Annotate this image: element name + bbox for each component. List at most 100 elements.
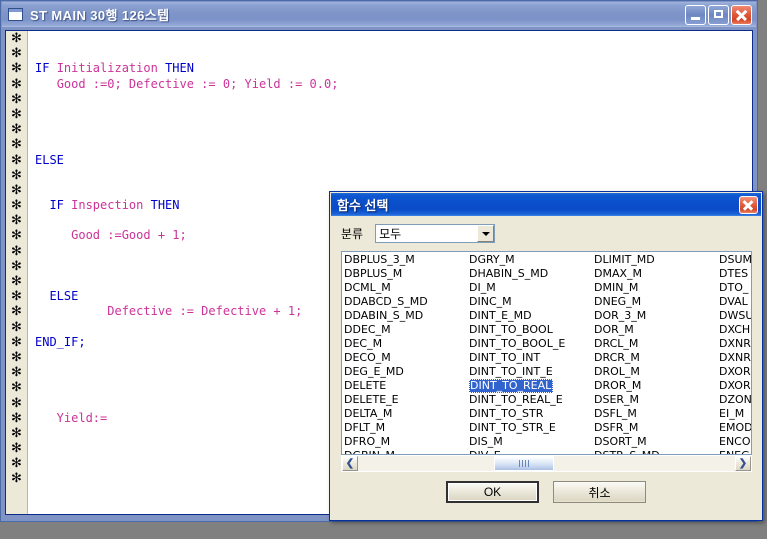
list-item[interactable]: DFLT_M — [343, 421, 468, 435]
list-item[interactable]: DIS_M — [468, 435, 593, 449]
list-item[interactable]: DXCH — [718, 323, 751, 337]
close-icon[interactable] — [731, 4, 752, 25]
list-item[interactable]: DI_M — [468, 281, 593, 295]
list-item[interactable]: DZON — [718, 393, 751, 407]
dialog-button-row: OK 취소 — [331, 481, 761, 503]
list-item[interactable]: DELTA_M — [343, 407, 468, 421]
list-item[interactable]: DINT_TO_INT_E — [468, 365, 593, 379]
code-line[interactable] — [29, 92, 752, 107]
list-item[interactable]: DOR_M — [593, 323, 718, 337]
gutter-mark: ✻ — [11, 471, 22, 487]
list-item[interactable]: DSFR_M — [593, 421, 718, 435]
list-item[interactable]: DMIN_M — [593, 281, 718, 295]
list-item[interactable]: DXNR — [718, 351, 751, 365]
gutter-mark: ✻ — [11, 122, 22, 138]
list-item[interactable]: DINC_M — [468, 295, 593, 309]
list-item[interactable]: DSER_M — [593, 393, 718, 407]
category-dropdown[interactable]: 모두 — [375, 224, 496, 243]
code-line[interactable] — [29, 137, 752, 152]
list-item[interactable]: DINT_TO_STR_E — [468, 421, 593, 435]
list-item[interactable]: DELETE — [343, 379, 468, 393]
list-item[interactable]: EI_M — [718, 407, 751, 421]
list-item[interactable]: DSUM — [718, 253, 751, 267]
code-line[interactable] — [29, 31, 752, 46]
list-item[interactable]: DROR_M — [593, 379, 718, 393]
list-item[interactable]: DDEC_M — [343, 323, 468, 337]
list-item[interactable]: DXOR — [718, 365, 751, 379]
gutter-mark: ✻ — [11, 274, 22, 289]
code-line[interactable]: Good :=0; Defective := 0; Yield := 0.0; — [29, 77, 752, 92]
list-item[interactable]: DSORT_M — [593, 435, 718, 449]
list-item[interactable]: DWSU — [718, 309, 751, 323]
function-listbox[interactable]: DBPLUS_3_M DBPLUS_M DCML_M DDABCD_S_MD DDABI… — [341, 251, 752, 455]
list-item[interactable]: DOR_3_M — [593, 309, 718, 323]
list-item[interactable]: DINT_TO_BOOL_E — [468, 337, 593, 351]
editor-titlebar[interactable]: ST MAIN 30행 126스텝 — [2, 2, 756, 27]
gutter-mark: ✻ — [11, 198, 22, 214]
function-list-horizontal-scrollbar[interactable]: ❮ ❯ — [341, 455, 752, 472]
list-item[interactable]: DLIMIT_MD — [593, 253, 718, 267]
scroll-right-arrow-icon[interactable]: ❯ — [735, 456, 751, 471]
list-item[interactable]: DEG_E_MD — [343, 365, 468, 379]
list-item[interactable]: DINT_TO_REAL — [468, 379, 593, 393]
dialog-close-icon[interactable] — [739, 195, 758, 214]
list-item[interactable]: DINT_TO_INT — [468, 351, 593, 365]
minimize-button[interactable] — [685, 4, 706, 25]
list-item[interactable]: DROL_M — [593, 365, 718, 379]
scrollbar-grip-icon — [519, 460, 529, 467]
list-item[interactable]: DVAL — [718, 295, 751, 309]
editor-window-title: ST MAIN 30행 126스텝 — [30, 8, 170, 23]
scrollbar-track[interactable] — [358, 456, 735, 471]
list-item[interactable]: DELETE_E — [343, 393, 468, 407]
code-token: ELSE — [35, 289, 79, 304]
list-item[interactable]: DINT_E_MD — [468, 309, 593, 323]
scroll-left-arrow-icon[interactable]: ❮ — [342, 456, 358, 471]
ok-button[interactable]: OK — [446, 481, 539, 503]
code-line[interactable] — [29, 46, 752, 61]
code-line[interactable]: IF Initialization THEN — [29, 61, 752, 76]
list-item[interactable]: DRCL_M — [593, 337, 718, 351]
list-item[interactable]: DBPLUS_M — [343, 267, 468, 281]
list-item[interactable]: DBPLUS_3_M — [343, 253, 468, 267]
list-item[interactable]: DRCR_M — [593, 351, 718, 365]
code-line[interactable]: ELSE — [29, 153, 752, 168]
list-item[interactable]: DHABIN_S_MD — [468, 267, 593, 281]
list-item[interactable]: DNEG_M — [593, 295, 718, 309]
chevron-down-icon[interactable] — [477, 225, 495, 242]
list-item[interactable]: DXNR — [718, 337, 751, 351]
list-item-selected[interactable]: DINT_TO_REAL — [469, 379, 554, 393]
code-line[interactable] — [29, 107, 752, 122]
maximize-button[interactable] — [708, 4, 729, 25]
list-item[interactable]: DXOR — [718, 379, 751, 393]
list-item[interactable]: ENCO — [718, 435, 751, 449]
list-item[interactable]: DINT_TO_BOOL — [468, 323, 593, 337]
category-row: 분류 모두 — [341, 224, 496, 243]
list-item[interactable]: DMAX_M — [593, 267, 718, 281]
code-token: THEN — [143, 198, 180, 213]
code-line[interactable] — [29, 168, 752, 183]
list-item[interactable]: DGRY_M — [468, 253, 593, 267]
list-item[interactable]: DSFL_M — [593, 407, 718, 421]
function-list-column: DSUM DTES DTO_ DVAL DWSU DXCH DXNR DXNR DXOR DXOR… — [718, 253, 751, 454]
gutter-mark: ✻ — [11, 61, 22, 77]
list-item[interactable]: DTO_ — [718, 281, 751, 295]
list-item[interactable]: DFRO_M — [343, 435, 468, 449]
window-controls — [683, 4, 752, 25]
scroll-right-glyph: ❯ — [738, 457, 748, 469]
list-item[interactable]: EMOD — [718, 421, 751, 435]
scrollbar-thumb[interactable] — [494, 456, 554, 471]
cancel-button[interactable]: 취소 — [553, 481, 646, 503]
list-item[interactable]: DINT_TO_STR — [468, 407, 593, 421]
code-line[interactable] — [29, 122, 752, 137]
list-item[interactable]: DINT_TO_REAL_E — [468, 393, 593, 407]
list-item[interactable]: DDABCD_S_MD — [343, 295, 468, 309]
dialog-title: 함수 선택 — [337, 198, 389, 213]
list-item[interactable]: DEC_M — [343, 337, 468, 351]
list-item[interactable]: DCML_M — [343, 281, 468, 295]
list-item[interactable]: DECO_M — [343, 351, 468, 365]
dialog-titlebar[interactable]: 함수 선택 — [331, 193, 761, 216]
gutter-mark: ✻ — [11, 46, 22, 62]
list-item[interactable]: DTES — [718, 267, 751, 281]
gutter-mark: ✻ — [11, 152, 22, 168]
list-item[interactable]: DDABIN_S_MD — [343, 309, 468, 323]
